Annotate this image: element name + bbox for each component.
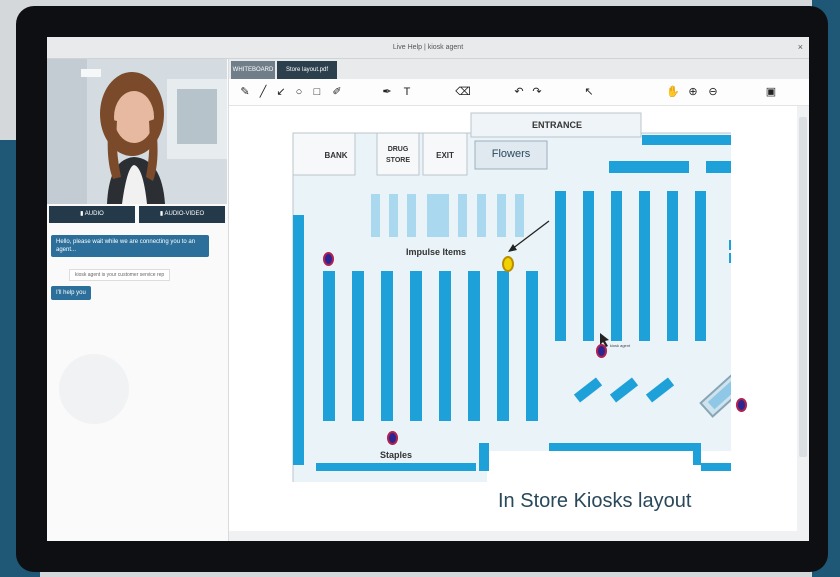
exit-label: EXIT — [436, 151, 454, 160]
save-icon[interactable]: ▣ — [763, 84, 779, 100]
kiosk-marker[interactable] — [596, 344, 607, 358]
close-icon[interactable]: × — [798, 37, 803, 58]
audio-button[interactable]: ▮ AUDIO — [49, 206, 135, 223]
kiosk-marker[interactable] — [387, 431, 398, 445]
agent-video-frame — [47, 59, 227, 204]
tab-store-layout[interactable]: Store layout.pdf — [277, 61, 337, 79]
document-tabs: WHITEBOARD Store layout.pdf — [229, 59, 809, 79]
call-controls: ▮ AUDIO ▮ AUDIO-VIDEO — [49, 206, 225, 223]
agent-video — [47, 59, 227, 204]
chat-message-agent: I'll help you — [51, 286, 91, 300]
highlighted-kiosk-marker[interactable] — [502, 256, 514, 272]
chat-panel: ▮ AUDIO ▮ AUDIO-VIDEO Hello, please wait… — [47, 59, 229, 541]
impulse-items-label: Impulse Items — [405, 247, 467, 257]
window-titlebar: Live Help | kiosk agent × — [47, 37, 809, 59]
kiosk-marker[interactable] — [323, 252, 334, 266]
drug-store-label-line1: DRUG — [387, 146, 409, 153]
drug-store-label-line2: STORE — [386, 157, 410, 164]
tab-whiteboard[interactable]: WHITEBOARD — [231, 61, 275, 79]
audio-video-button[interactable]: ▮ AUDIO-VIDEO — [139, 206, 225, 223]
store-floor-plan: ENTRANCE BANK DRUG STORE EXIT Flowers Im… — [246, 97, 747, 512]
kiosk-marker[interactable] — [736, 398, 747, 412]
bank-label: BANK — [324, 151, 348, 160]
staples-label: Staples — [379, 450, 412, 460]
flowers-label: Flowers — [491, 148, 531, 160]
horizontal-scrollbar[interactable] — [229, 531, 797, 541]
chat-system-message: kiosk agent is your customer service rep — [69, 269, 171, 281]
chat-message-bot: Hello, please wait while we are connecti… — [51, 235, 209, 257]
window-title: Live Help | kiosk agent — [392, 44, 464, 51]
chat-placeholder-avatar — [59, 354, 129, 424]
layout-caption: In Store Kiosks layout — [498, 490, 692, 512]
vertical-scroll-thumb[interactable] — [799, 117, 807, 457]
entrance-label: ENTRANCE — [531, 120, 582, 130]
agent-cursor-tag: kiosk agent — [609, 343, 631, 348]
